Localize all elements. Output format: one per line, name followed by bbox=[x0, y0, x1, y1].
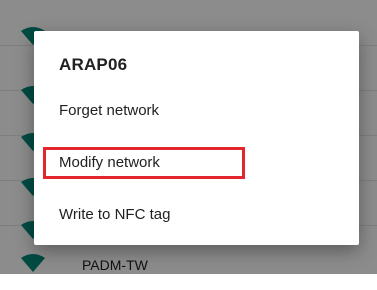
write-nfc-tag-option[interactable]: Write to NFC tag bbox=[34, 193, 359, 237]
forget-network-option[interactable]: Forget network bbox=[34, 89, 359, 133]
highlight-box bbox=[43, 147, 245, 179]
option-label: Write to NFC tag bbox=[59, 206, 171, 223]
dialog-title: ARAP06 bbox=[59, 55, 128, 74]
option-label: Forget network bbox=[59, 102, 160, 119]
network-options-dialog: ARAP06 Forget network Modify network Wri… bbox=[34, 31, 359, 245]
